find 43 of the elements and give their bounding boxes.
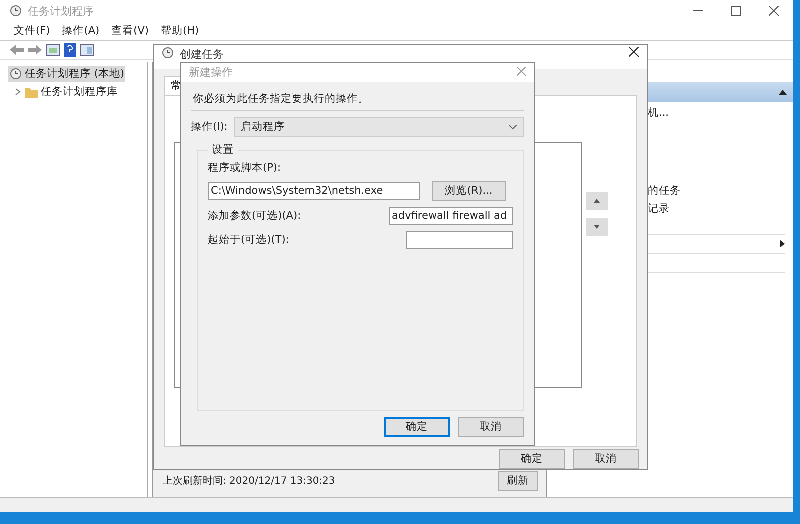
field-label: 操作(I): <box>191 120 228 134</box>
submenu-arrow-icon[interactable] <box>780 240 785 248</box>
back-arrow-icon[interactable] <box>10 44 24 56</box>
panel-icon[interactable] <box>46 44 60 56</box>
program-field[interactable]: C:\Windows\System32\netsh.exe <box>208 182 420 200</box>
menu-item[interactable]: 操作(A) <box>62 24 100 38</box>
arguments-field[interactable]: advfirewall firewall ad <box>389 207 513 225</box>
window-title: 任务计划程序 <box>28 4 94 18</box>
dialog-button[interactable]: 确定 <box>384 417 450 437</box>
field-label: 添加参数(可选)(A): <box>208 209 302 223</box>
menu-item[interactable]: 文件(F) <box>14 24 50 38</box>
forward-arrow-icon[interactable] <box>28 44 42 56</box>
collapse-icon[interactable] <box>779 90 787 94</box>
caret-down-icon <box>509 124 517 130</box>
chevron-icon[interactable] <box>14 88 22 96</box>
field-label: 程序或脚本(P): <box>208 161 282 175</box>
dialog-button[interactable]: 确定 <box>499 449 565 469</box>
dialog-button[interactable]: 取消 <box>458 417 524 437</box>
field-label: 起始于(可选)(T): <box>208 233 290 247</box>
dialog-button[interactable]: 取消 <box>573 449 639 469</box>
group-label: 设置 <box>211 143 235 157</box>
help-icon[interactable] <box>64 43 76 57</box>
dialog-title: 创建任务 <box>180 47 224 62</box>
menu-item[interactable]: 帮助(H) <box>161 24 200 38</box>
menu-item[interactable]: 查看(V) <box>112 24 150 38</box>
last-refresh-text: 上次刷新时间: 2020/12/17 13:30:23 <box>163 474 336 488</box>
close-icon[interactable] <box>629 47 639 60</box>
clock-icon <box>162 47 174 59</box>
dialog-title: 新建操作 <box>189 65 233 80</box>
caret-up-icon <box>594 198 600 203</box>
tree-item[interactable]: 任务计划程序库 <box>41 85 118 99</box>
move-up-button[interactable] <box>586 192 608 210</box>
move-down-button[interactable] <box>586 218 608 236</box>
browse-button[interactable]: 浏览(R)... <box>432 181 506 201</box>
panel-icon[interactable] <box>80 44 94 56</box>
start-in-field[interactable] <box>406 231 513 249</box>
clock-icon <box>10 68 22 80</box>
caret-down-icon <box>594 224 600 229</box>
refresh-button[interactable]: 刷新 <box>498 471 538 491</box>
clock-icon <box>10 5 22 17</box>
folder-icon <box>25 86 38 98</box>
action-dropdown[interactable]: 启动程序 <box>234 117 524 137</box>
instruction-text: 你必须为此任务指定要执行的操作。 <box>191 92 524 111</box>
